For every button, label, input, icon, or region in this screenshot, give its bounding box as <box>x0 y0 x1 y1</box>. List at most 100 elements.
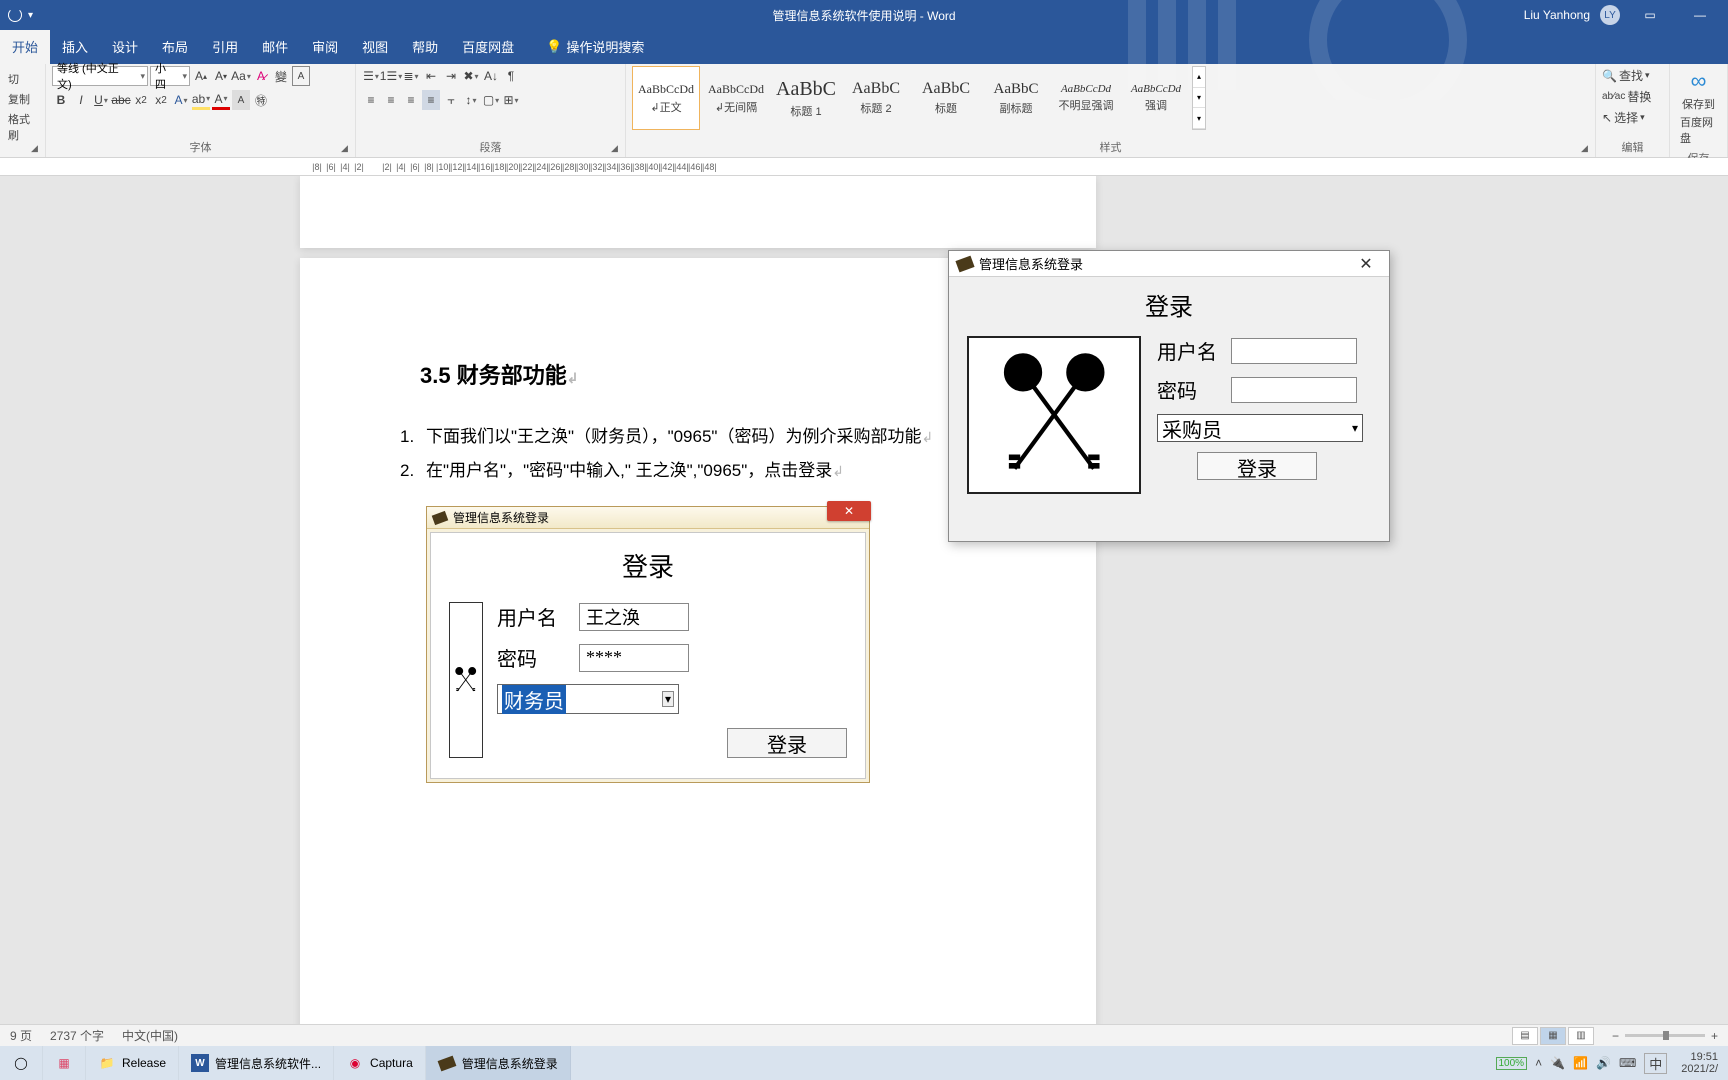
strikethrough-icon[interactable]: abc <box>112 90 130 110</box>
underline-icon[interactable]: U <box>92 90 110 110</box>
taskbar-folder-release[interactable]: 📁Release <box>86 1046 179 1080</box>
bullets-icon[interactable]: ☰ <box>362 66 380 86</box>
tab-review[interactable]: 审阅 <box>300 29 350 64</box>
char-border-icon[interactable]: A <box>292 66 310 86</box>
cortana-button[interactable]: ◯ <box>0 1046 43 1080</box>
ime-indicator[interactable]: 中 <box>1644 1053 1667 1074</box>
read-mode-icon[interactable]: ▤ <box>1512 1027 1538 1045</box>
phonetic-icon[interactable]: 變 <box>272 66 290 86</box>
style-item[interactable]: AaBbC副标题 <box>982 66 1050 130</box>
user-name[interactable]: Liu Yanhong <box>1524 8 1590 22</box>
login-close-button[interactable]: ✕ <box>1351 254 1381 274</box>
login-pass-input[interactable] <box>1231 377 1357 403</box>
grow-font-icon[interactable]: A▴ <box>192 66 210 86</box>
font-name-combo[interactable]: 等线 (中文正文) <box>52 66 148 86</box>
copy-button[interactable]: 复制 <box>6 90 32 108</box>
cut-button[interactable]: 切 <box>6 70 21 88</box>
borders-icon[interactable]: ⊞ <box>502 90 520 110</box>
zoom-slider[interactable] <box>1625 1034 1705 1037</box>
font-color-icon[interactable]: A <box>212 90 230 110</box>
tell-me-search[interactable]: 💡 操作说明搜索 <box>534 29 656 64</box>
justify-icon[interactable]: ≡ <box>422 90 440 110</box>
decrease-indent-icon[interactable]: ⇤ <box>422 66 440 86</box>
tab-references[interactable]: 引用 <box>200 29 250 64</box>
highlight-icon[interactable]: ab <box>192 90 210 110</box>
style-item[interactable]: AaBbCcDd↲正文 <box>632 66 700 130</box>
sort-icon[interactable]: A↓ <box>482 66 500 86</box>
volume-icon[interactable]: 🔊 <box>1596 1056 1611 1070</box>
styles-launcher-icon[interactable]: ◢ <box>1581 143 1593 155</box>
power-icon[interactable]: 🔌 <box>1550 1056 1565 1070</box>
login-submit-button[interactable]: 登录 <box>1197 452 1317 480</box>
style-item[interactable]: AaBbCcDd↲无间隔 <box>702 66 770 130</box>
horizontal-ruler[interactable]: |8||6||4||2||2||4||6||8||10||12||14||16|… <box>0 158 1728 176</box>
distribute-icon[interactable]: ⫟ <box>442 90 460 110</box>
line-spacing-icon[interactable]: ↕ <box>462 90 480 110</box>
style-item[interactable]: AaBbC标题 2 <box>842 66 910 130</box>
find-button[interactable]: 🔍查找▾ <box>1602 66 1650 85</box>
align-left-icon[interactable]: ≡ <box>362 90 380 110</box>
tab-home[interactable]: 开始 <box>0 29 50 64</box>
save-to-baidu-button[interactable]: ∞ 保存到 百度网盘 <box>1676 66 1721 148</box>
task-view-button[interactable]: ▦ <box>43 1046 86 1080</box>
font-size-combo[interactable]: 小四 <box>150 66 190 86</box>
style-item[interactable]: AaBbC标题 1 <box>772 66 840 130</box>
style-item[interactable]: AaBbC标题 <box>912 66 980 130</box>
taskbar-login-app[interactable]: 管理信息系统登录 <box>426 1046 571 1080</box>
show-marks-icon[interactable]: ¶ <box>502 66 520 86</box>
clipboard-launcher-icon[interactable]: ◢ <box>31 143 43 155</box>
taskbar-word[interactable]: W管理信息系统软件... <box>179 1046 334 1080</box>
zoom-out-icon[interactable]: − <box>1612 1029 1619 1043</box>
zoom-in-icon[interactable]: + <box>1711 1029 1718 1043</box>
text-effects-icon[interactable]: A <box>172 90 190 110</box>
taskbar-clock[interactable]: 19:51 2021/2/ <box>1675 1049 1724 1077</box>
tab-insert[interactable]: 插入 <box>50 29 100 64</box>
keyboard-icon[interactable]: ⌨ <box>1619 1056 1636 1070</box>
login-role-select[interactable]: 采购员 <box>1157 414 1363 442</box>
status-page[interactable]: 9 页 <box>10 1027 32 1044</box>
status-word-count[interactable]: 2737 个字 <box>50 1027 104 1044</box>
select-button[interactable]: ↖选择▾ <box>1602 108 1645 127</box>
wifi-icon[interactable]: 📶 <box>1573 1056 1588 1070</box>
clear-format-icon[interactable]: A̷ <box>252 66 270 86</box>
superscript-icon[interactable]: x2 <box>152 90 170 110</box>
asian-layout-icon[interactable]: ✖ <box>462 66 480 86</box>
web-layout-icon[interactable]: ▥ <box>1568 1027 1594 1045</box>
shrink-font-icon[interactable]: A▾ <box>212 66 230 86</box>
tab-mailings[interactable]: 邮件 <box>250 29 300 64</box>
login-titlebar[interactable]: 管理信息系统登录 ✕ <box>949 251 1389 277</box>
minimize-button[interactable]: — <box>1680 0 1720 30</box>
paragraph-launcher-icon[interactable]: ◢ <box>611 143 623 155</box>
tab-help[interactable]: 帮助 <box>400 29 450 64</box>
user-avatar[interactable]: LY <box>1600 5 1620 25</box>
multilevel-icon[interactable]: ≣ <box>402 66 420 86</box>
char-shading-icon[interactable]: A <box>232 90 250 110</box>
ribbon-mode-icon[interactable]: ▭ <box>1630 0 1670 30</box>
tab-design[interactable]: 设计 <box>100 29 150 64</box>
zoom-control[interactable]: − + <box>1612 1029 1718 1043</box>
numbering-icon[interactable]: 1☰ <box>382 66 400 86</box>
increase-indent-icon[interactable]: ⇥ <box>442 66 460 86</box>
italic-icon[interactable]: I <box>72 90 90 110</box>
align-center-icon[interactable]: ≡ <box>382 90 400 110</box>
tray-chevron-icon[interactable]: ˄ <box>1535 1056 1542 1070</box>
styles-gallery[interactable]: AaBbCcDd↲正文AaBbCcDd↲无间隔AaBbC标题 1AaBbC标题 … <box>632 66 1206 130</box>
login-user-input[interactable] <box>1231 338 1357 364</box>
replace-button[interactable]: ab⁄ac替换 <box>1602 87 1651 106</box>
subscript-icon[interactable]: x2 <box>132 90 150 110</box>
tab-view[interactable]: 视图 <box>350 29 400 64</box>
print-layout-icon[interactable]: ▦ <box>1540 1027 1566 1045</box>
autosave-icon[interactable] <box>8 8 22 22</box>
bold-icon[interactable]: B <box>52 90 70 110</box>
tab-baidu[interactable]: 百度网盘 <box>450 29 526 64</box>
style-item[interactable]: AaBbCcDd不明显强调 <box>1052 66 1120 130</box>
qat-dropdown-icon[interactable]: ▾ <box>28 10 33 21</box>
battery-icon[interactable]: 100% <box>1496 1057 1528 1070</box>
tab-layout[interactable]: 布局 <box>150 29 200 64</box>
format-painter-button[interactable]: 格式刷 <box>6 110 39 144</box>
align-right-icon[interactable]: ≡ <box>402 90 420 110</box>
style-item[interactable]: AaBbCcDd强调 <box>1122 66 1190 130</box>
enclose-char-icon[interactable]: ㊕ <box>252 90 270 110</box>
font-launcher-icon[interactable]: ◢ <box>341 143 353 155</box>
status-language[interactable]: 中文(中国) <box>122 1027 178 1044</box>
